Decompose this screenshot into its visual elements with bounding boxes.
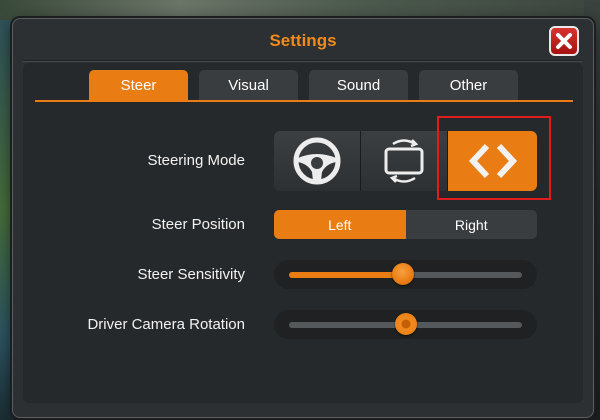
steer-position-toggle: Left Right [274, 210, 537, 239]
tab-steer[interactable]: Steer [89, 70, 188, 100]
steer-position-right-button[interactable]: Right [405, 210, 537, 239]
driver-camera-rotation-label: Driver Camera Rotation [87, 316, 245, 333]
slider-thumb[interactable] [392, 263, 415, 285]
settings-dialog: Settings Steer Visual Sound Other Steeri… [12, 18, 594, 418]
tab-underline [35, 100, 573, 102]
selection-highlight-box [437, 116, 551, 200]
dialog-title: Settings [269, 31, 337, 50]
steer-position-left-button[interactable]: Left [274, 210, 406, 239]
steering-wheel-icon [293, 137, 341, 185]
tab-other[interactable]: Other [419, 70, 518, 100]
close-button[interactable] [549, 26, 579, 56]
steering-mode-label: Steering Mode [147, 152, 245, 169]
close-icon [556, 33, 572, 49]
title-divider [23, 60, 583, 62]
tab-bar: Steer Visual Sound Other [89, 70, 518, 100]
background-scene-top [0, 0, 600, 20]
steering-mode-wheel-button[interactable] [274, 131, 361, 191]
steer-position-label: Steer Position [151, 216, 245, 233]
steering-mode-tilt-button[interactable] [361, 131, 448, 191]
driver-camera-rotation-slider[interactable] [274, 310, 537, 339]
steer-sensitivity-slider[interactable] [274, 260, 537, 289]
tilt-rotate-icon [384, 139, 424, 183]
tab-sound[interactable]: Sound [309, 70, 408, 100]
steer-sensitivity-label: Steer Sensitivity [137, 266, 245, 283]
slider-thumb[interactable] [394, 313, 417, 335]
tab-visual[interactable]: Visual [199, 70, 298, 100]
slider-fill [289, 272, 404, 278]
